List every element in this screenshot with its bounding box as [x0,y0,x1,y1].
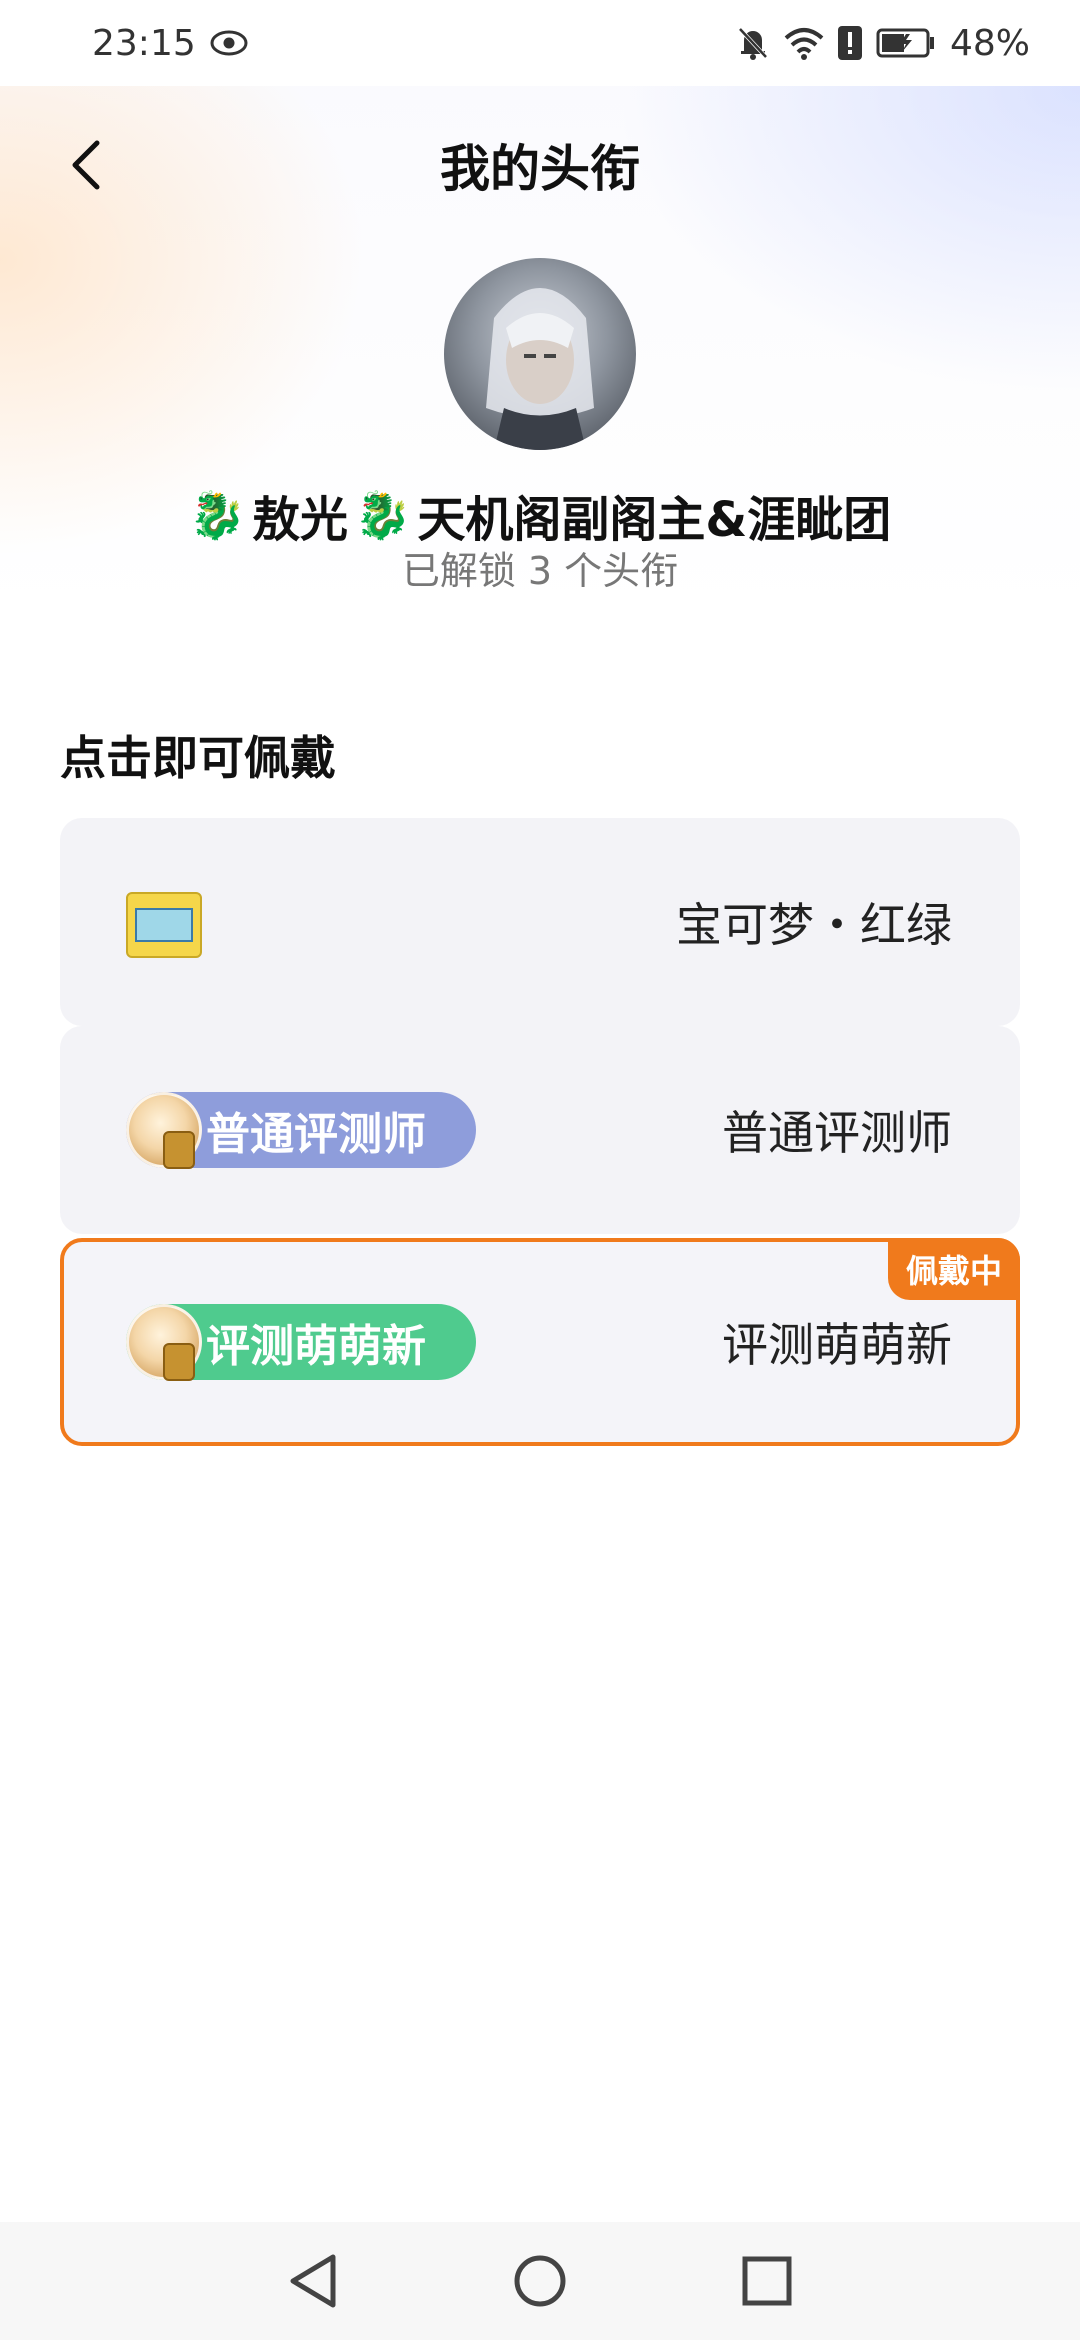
wifi-icon [784,26,824,60]
back-button[interactable] [52,130,122,200]
header: 我的头衔 [0,120,1080,210]
nav-back-button[interactable] [273,2241,353,2321]
recents-square-icon [742,2256,792,2306]
status-bar: 23:15 48% [0,0,1080,86]
alert-icon [837,26,862,60]
title-card-newbie-reviewer[interactable]: 佩戴中 评测萌萌新 评测萌萌新 [60,1238,1020,1446]
home-circle-icon [514,2255,566,2307]
title-name: 宝可梦・红绿 [676,898,952,952]
reviewer-avatar-icon [126,1304,202,1381]
unlock-count: 已解锁 3 个头衔 [401,549,679,593]
chevron-left-icon [72,140,100,190]
avatar-portrait [486,288,594,450]
nav-recents-button[interactable] [727,2241,807,2321]
title-name: 评测萌萌新 [722,1318,952,1372]
status-left: 23:15 [92,23,248,64]
status-right: 48% [736,23,1030,64]
pokemon-badge-icon [126,892,202,958]
reviewer-badge: 普通评测师 [126,1092,476,1169]
system-nav-bar [0,2222,1080,2340]
title-card-pokemon[interactable]: 宝可梦・红绿 [60,818,1020,1026]
dragon-emoji-icon: 🐉 [188,487,247,542]
battery-percent: 48% [949,22,1030,64]
dragon-emoji-icon: 🐉 [354,487,412,542]
back-triangle-icon [290,2254,336,2308]
reviewer-avatar-icon [126,1092,202,1169]
title-name: 普通评测师 [722,1106,952,1160]
bell-off-icon [736,25,770,61]
badge-label: 普通评测师 [206,1109,426,1160]
newbie-reviewer-badge: 评测萌萌新 [126,1304,476,1381]
badge-label: 评测萌萌新 [206,1321,426,1372]
status-time: 23:15 [92,22,196,64]
section-title: 点击即可佩戴 [60,731,336,785]
page: 23:15 48% 我的头衔 🐉 敖光 🐉 天机阁副阁主&涯眦团 已解锁 3 个… [0,0,1080,2340]
title-card-reviewer[interactable]: 普通评测师 普通评测师 [60,1026,1020,1234]
avatar [444,258,636,450]
eye-icon [210,30,248,56]
page-title: 我的头衔 [440,140,640,198]
battery-icon [876,28,936,58]
nav-home-button[interactable] [500,2241,580,2321]
